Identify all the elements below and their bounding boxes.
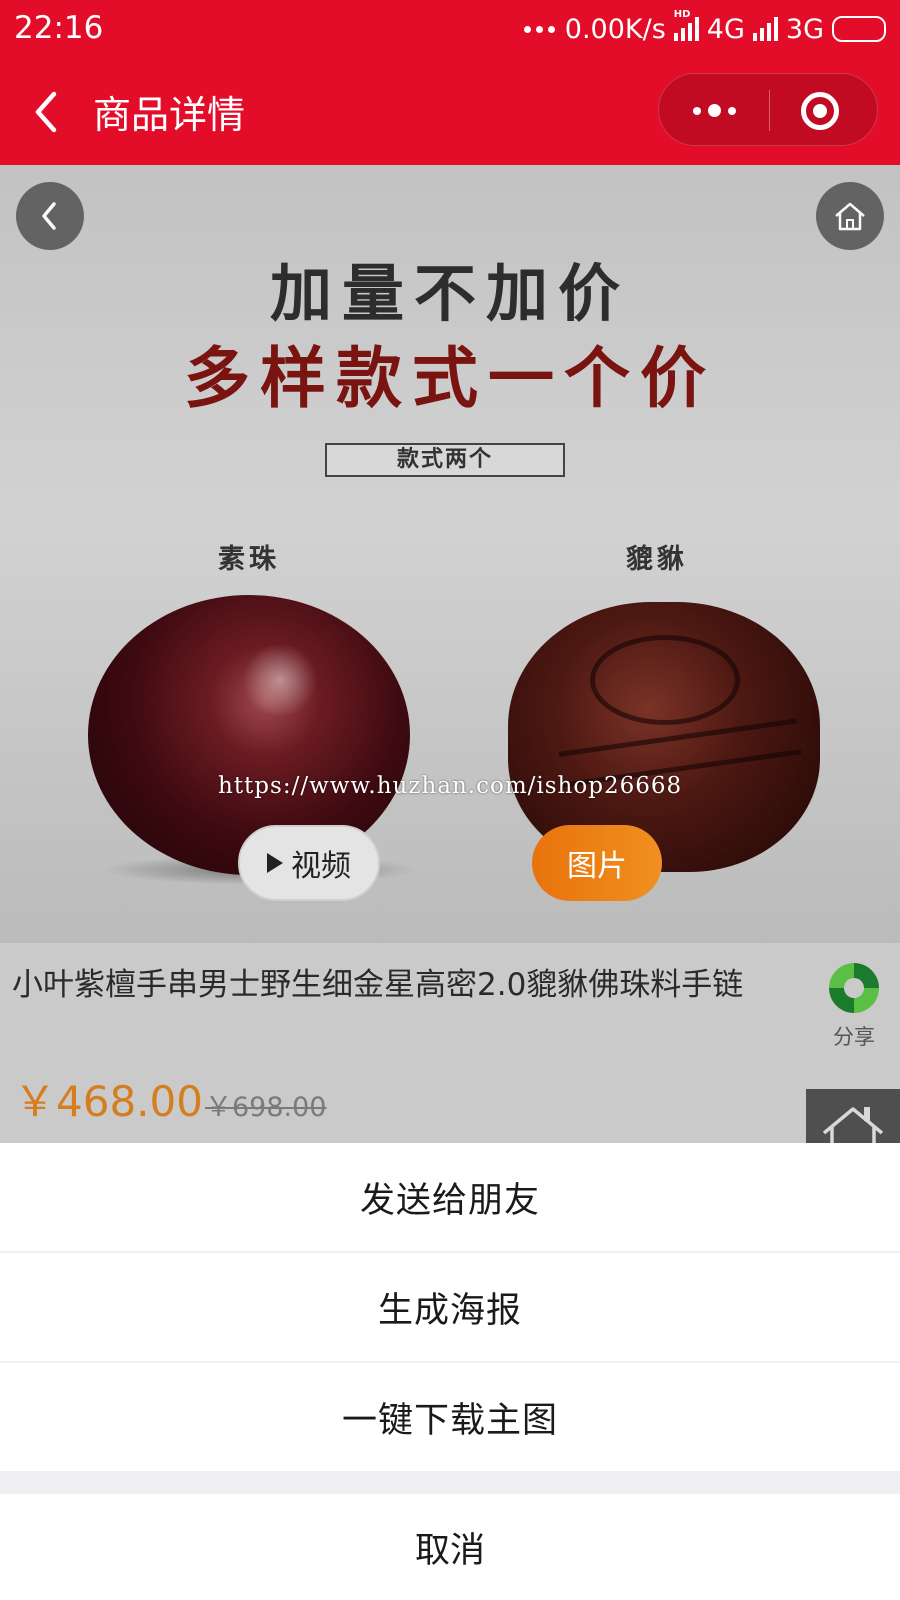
mini-program-capsule [658, 73, 878, 146]
more-button[interactable] [659, 74, 769, 147]
share-aperture-icon [829, 963, 879, 1013]
status-time: 22:16 [14, 10, 104, 46]
network-speed: 0.00K/s [564, 13, 666, 45]
current-price: ￥468.00 [14, 1077, 203, 1126]
photo-button[interactable]: 图片 [532, 825, 662, 901]
floating-home-button[interactable] [806, 1089, 900, 1143]
cancel-button[interactable]: 取消 [0, 1494, 900, 1600]
hd-tag: HD [673, 9, 691, 20]
home-icon [822, 1107, 884, 1143]
signal-icon [752, 17, 778, 41]
bead-highlight [240, 645, 320, 715]
back-chevron-icon [35, 91, 57, 133]
close-target-icon[interactable] [801, 92, 839, 130]
video-button[interactable]: 视频 [238, 825, 380, 901]
battery-level: 77 [860, 19, 884, 39]
back-button[interactable] [28, 82, 68, 142]
play-icon [267, 853, 283, 873]
image-watermark: https://www.huzhan.com/ishop26668 [218, 773, 683, 799]
share-button[interactable]: 分享 [816, 963, 892, 1051]
status-indicators: 0.00K/s HD 4G 3G 77 [523, 9, 886, 46]
download-main-image-option[interactable]: 一键下载主图 [0, 1363, 900, 1471]
signal-icon: HD [673, 9, 699, 41]
share-action-sheet: 发送给朋友 生成海报 一键下载主图 取消 [0, 1143, 900, 1600]
photo-button-label: 图片 [567, 849, 627, 884]
video-button-label: 视频 [291, 849, 351, 884]
product-title: 小叶紫檀手串男士野生细金星高密2.0貔貅佛珠料手链 [12, 967, 744, 1003]
image-style-box: 款式两个 [325, 443, 565, 477]
home-icon [835, 202, 865, 231]
send-to-friend-option[interactable]: 发送给朋友 [0, 1143, 900, 1251]
image-headline-line1: 加量不加价 [269, 257, 630, 330]
image-headline-line2: 多样款式一个价 [184, 339, 716, 417]
style-label-plain: 素珠 [218, 544, 280, 575]
product-info: 小叶紫檀手串男士野生细金星高密2.0貔貅佛珠料手链 ￥468.00 ￥698.0… [0, 943, 900, 1143]
battery-icon: 77 [832, 16, 886, 42]
image-home-button[interactable] [816, 182, 884, 250]
price-row: ￥468.00 ￥698.00 [14, 1068, 326, 1129]
network-type-2: 3G [785, 13, 824, 45]
style-label-pixiu: 貔貅 [626, 544, 688, 575]
share-label: 分享 [833, 1025, 875, 1049]
nav-bar: 商品详情 [0, 58, 900, 165]
product-image-carousel[interactable]: 加量不加价 多样款式一个价 款式两个 素珠 貔貅 https://www.huz… [0, 165, 900, 943]
pixiu-carving-face [590, 635, 740, 725]
capsule-divider [769, 90, 770, 131]
network-type-1: 4G [706, 13, 745, 45]
generate-poster-option[interactable]: 生成海报 [0, 1253, 900, 1361]
back-chevron-icon [42, 202, 56, 230]
original-price: ￥698.00 [204, 1092, 327, 1123]
more-dots-icon [523, 25, 555, 33]
image-back-button[interactable] [16, 182, 84, 250]
status-bar: 22:16 0.00K/s HD 4G 3G 77 [0, 0, 900, 58]
page-title: 商品详情 [93, 93, 246, 137]
